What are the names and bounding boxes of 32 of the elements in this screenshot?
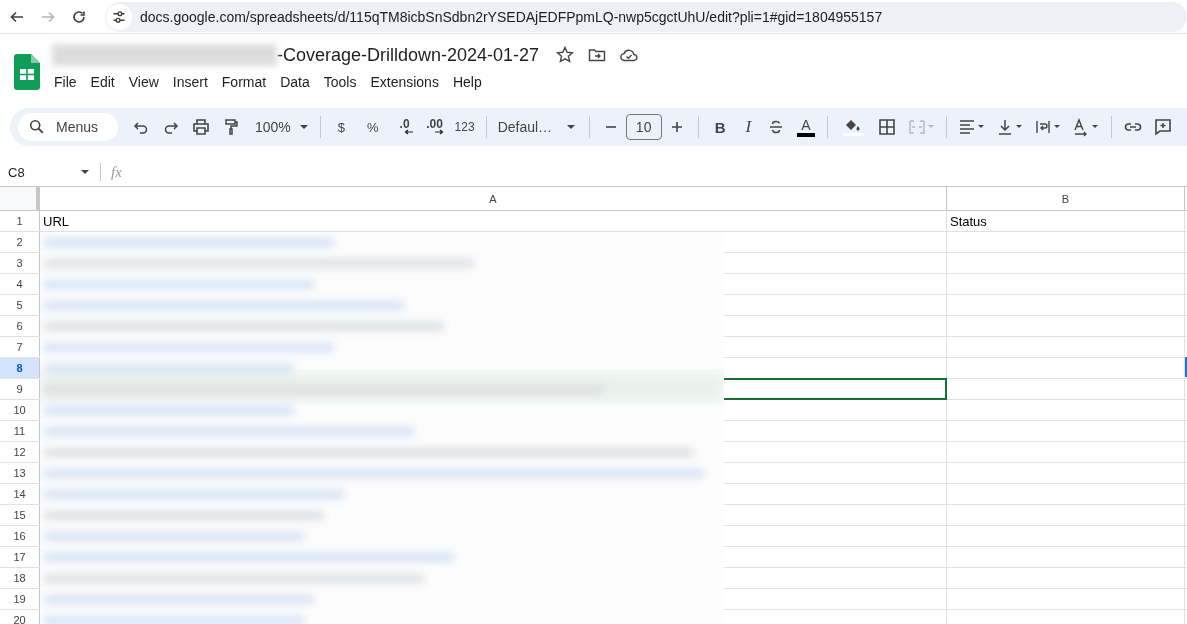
zoom-dropdown[interactable]: 100% [250,117,314,137]
font-size-field[interactable]: 10 [625,114,662,140]
name-box[interactable]: C8 [0,164,90,180]
function-label: fx [111,163,122,181]
document-title[interactable]: -Coverage-Drilldown-2024-01-27 [277,44,540,66]
menu-item[interactable]: File [52,72,84,92]
menu-item[interactable]: View [121,72,166,92]
italic-button[interactable]: I [740,115,757,139]
font-dropdown[interactable]: Defaul… [492,117,583,137]
column-header[interactable]: B [947,187,1185,210]
percent-button[interactable]: % [362,117,384,137]
menu-item[interactable]: Help [445,72,489,92]
menu-item[interactable]: Data [273,72,317,92]
menu-item[interactable]: Edit [83,72,122,92]
number-format-button[interactable]: 123 [449,118,480,136]
row-header[interactable]: 8 [0,358,40,378]
table-cell-text: Status [949,213,987,229]
increase-decimals-button[interactable]: .00 [419,119,450,135]
currency-button[interactable]: $ [332,117,351,137]
bold-button[interactable]: B [709,116,731,138]
menus-search-field[interactable]: Menus [18,113,118,141]
menu-item[interactable]: Extensions [363,72,446,92]
menu-item[interactable]: Format [214,72,274,92]
table-cell-text: URL [42,213,69,229]
url-text: docs.google.com/spreadsheets/d/115qTM8icbSnSdbn2rYSEDAjEDFPpmLQ-nwp5cgctUhU/edit?pli=1#gid=1804955157 [140,8,883,25]
menu-item[interactable]: Insert [165,72,215,92]
text-color-button[interactable]: A [797,117,815,137]
row-header[interactable]: 1 [0,211,40,231]
address-bar[interactable]: docs.google.com/spreadsheets/d/115qTM8icbSnSdbn2rYSEDAjEDFPpmLQ-nwp5cgctUhU/edit?pli=1#gid=1804955157 [105,1,1187,32]
column-header[interactable]: A [40,187,947,210]
decrease-decimals-button[interactable]: .0 [389,119,420,135]
menu-item[interactable]: Tools [316,72,364,92]
